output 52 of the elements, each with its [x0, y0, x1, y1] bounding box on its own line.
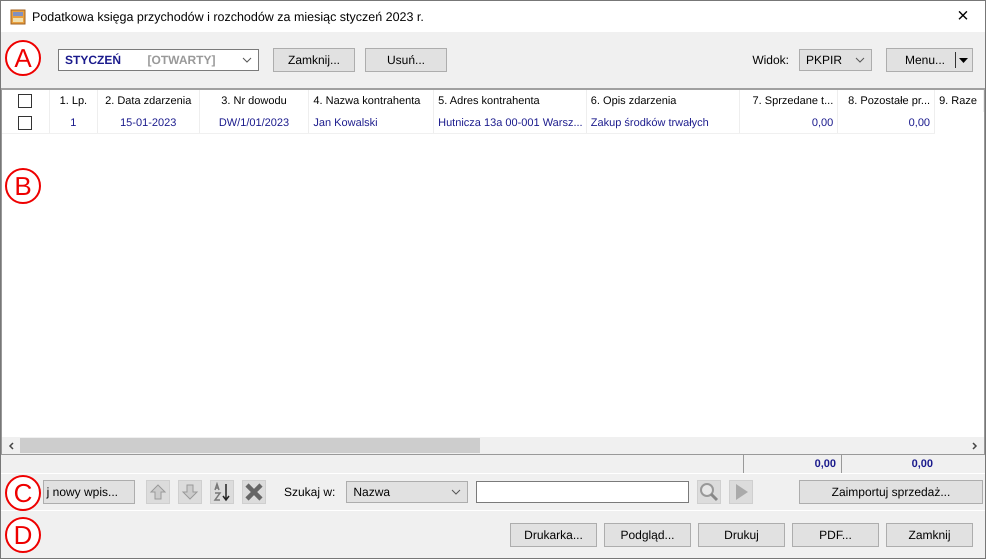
footer-button[interactable]: PDF... — [792, 522, 879, 546]
search-icon[interactable] — [697, 480, 722, 504]
add-entry-button[interactable]: j nowy wpis... — [43, 480, 135, 504]
scroll-left-icon — [8, 442, 14, 450]
sort-icon[interactable] — [210, 480, 234, 504]
search-field-dropdown[interactable]: Nazwa — [346, 481, 468, 503]
period-dropdown[interactable]: STYCZEŃ [OTWARTY] — [58, 49, 259, 71]
column-header[interactable]: 4. Nazwa kontrahenta — [309, 90, 434, 112]
delete-icon[interactable] — [242, 480, 266, 504]
table-cell: 1 — [70, 116, 76, 128]
close-button[interactable]: × — [941, 1, 985, 32]
toolbar-button[interactable]: Zamknij... — [273, 48, 355, 72]
footer-button[interactable]: Drukuj — [698, 522, 785, 546]
column-header[interactable]: 6. Opis zdarzenia — [586, 90, 740, 112]
column-header[interactable]: 7. Sprzedane t... — [740, 90, 838, 112]
column-header[interactable]: 2. Data zdarzenia — [98, 90, 200, 112]
callout-marker: D — [5, 517, 41, 553]
total-value: 0,00 — [912, 458, 933, 470]
toolbar-button[interactable]: Usuń... — [365, 48, 447, 72]
search-input[interactable] — [476, 481, 690, 503]
callout-marker: C — [5, 475, 41, 511]
view-dropdown[interactable]: PKPIR — [799, 49, 872, 71]
import-button[interactable]: Zaimportuj sprzedaż... — [799, 480, 983, 504]
footer-button[interactable]: Podgląd... — [604, 522, 691, 546]
callout-marker: A — [5, 40, 41, 76]
table-cell: Hutnicza 13a 00-001 Warsz... — [438, 116, 583, 128]
table-cell: 15-01-2023 — [120, 116, 176, 128]
column-header[interactable]: 5. Adres kontrahenta — [434, 90, 587, 112]
view-label: Widok: — [752, 53, 789, 67]
table-cell: Zakup środków trwałych — [590, 116, 709, 128]
checkbox[interactable] — [18, 116, 32, 130]
table-cell: Jan Kowalski — [313, 116, 378, 128]
app-icon — [10, 8, 26, 24]
footer-button[interactable]: Zamknij — [886, 522, 973, 546]
search-in-label: Szukaj w: — [284, 485, 336, 499]
footer-button[interactable]: Drukarka... — [510, 522, 597, 546]
checkbox[interactable] — [18, 94, 32, 108]
window-title: Podatkowa księga przychodów i rozchodów za miesiąc styczeń 2023 r. — [32, 10, 424, 24]
total-value: 0,00 — [814, 458, 836, 470]
chevron-icon — [451, 489, 462, 495]
column-header[interactable]: 8. Pozostałe pr... — [838, 90, 936, 112]
column-header[interactable]: 1. Lp. — [50, 90, 98, 112]
chevron-icon — [242, 57, 252, 63]
table-cell: DW/1/01/2023 — [218, 116, 290, 128]
column-header[interactable]: 3. Nr dowodu — [200, 90, 310, 112]
menu-button[interactable]: Menu... — [886, 48, 973, 72]
dropdown-arrow-icon — [959, 58, 968, 62]
table-cell: 0,00 — [908, 116, 930, 128]
scroll-right-icon — [972, 442, 978, 450]
chevron-icon — [855, 57, 865, 63]
column-header[interactable]: 9. Raze — [935, 90, 984, 112]
table-cell: 0,00 — [812, 116, 834, 128]
